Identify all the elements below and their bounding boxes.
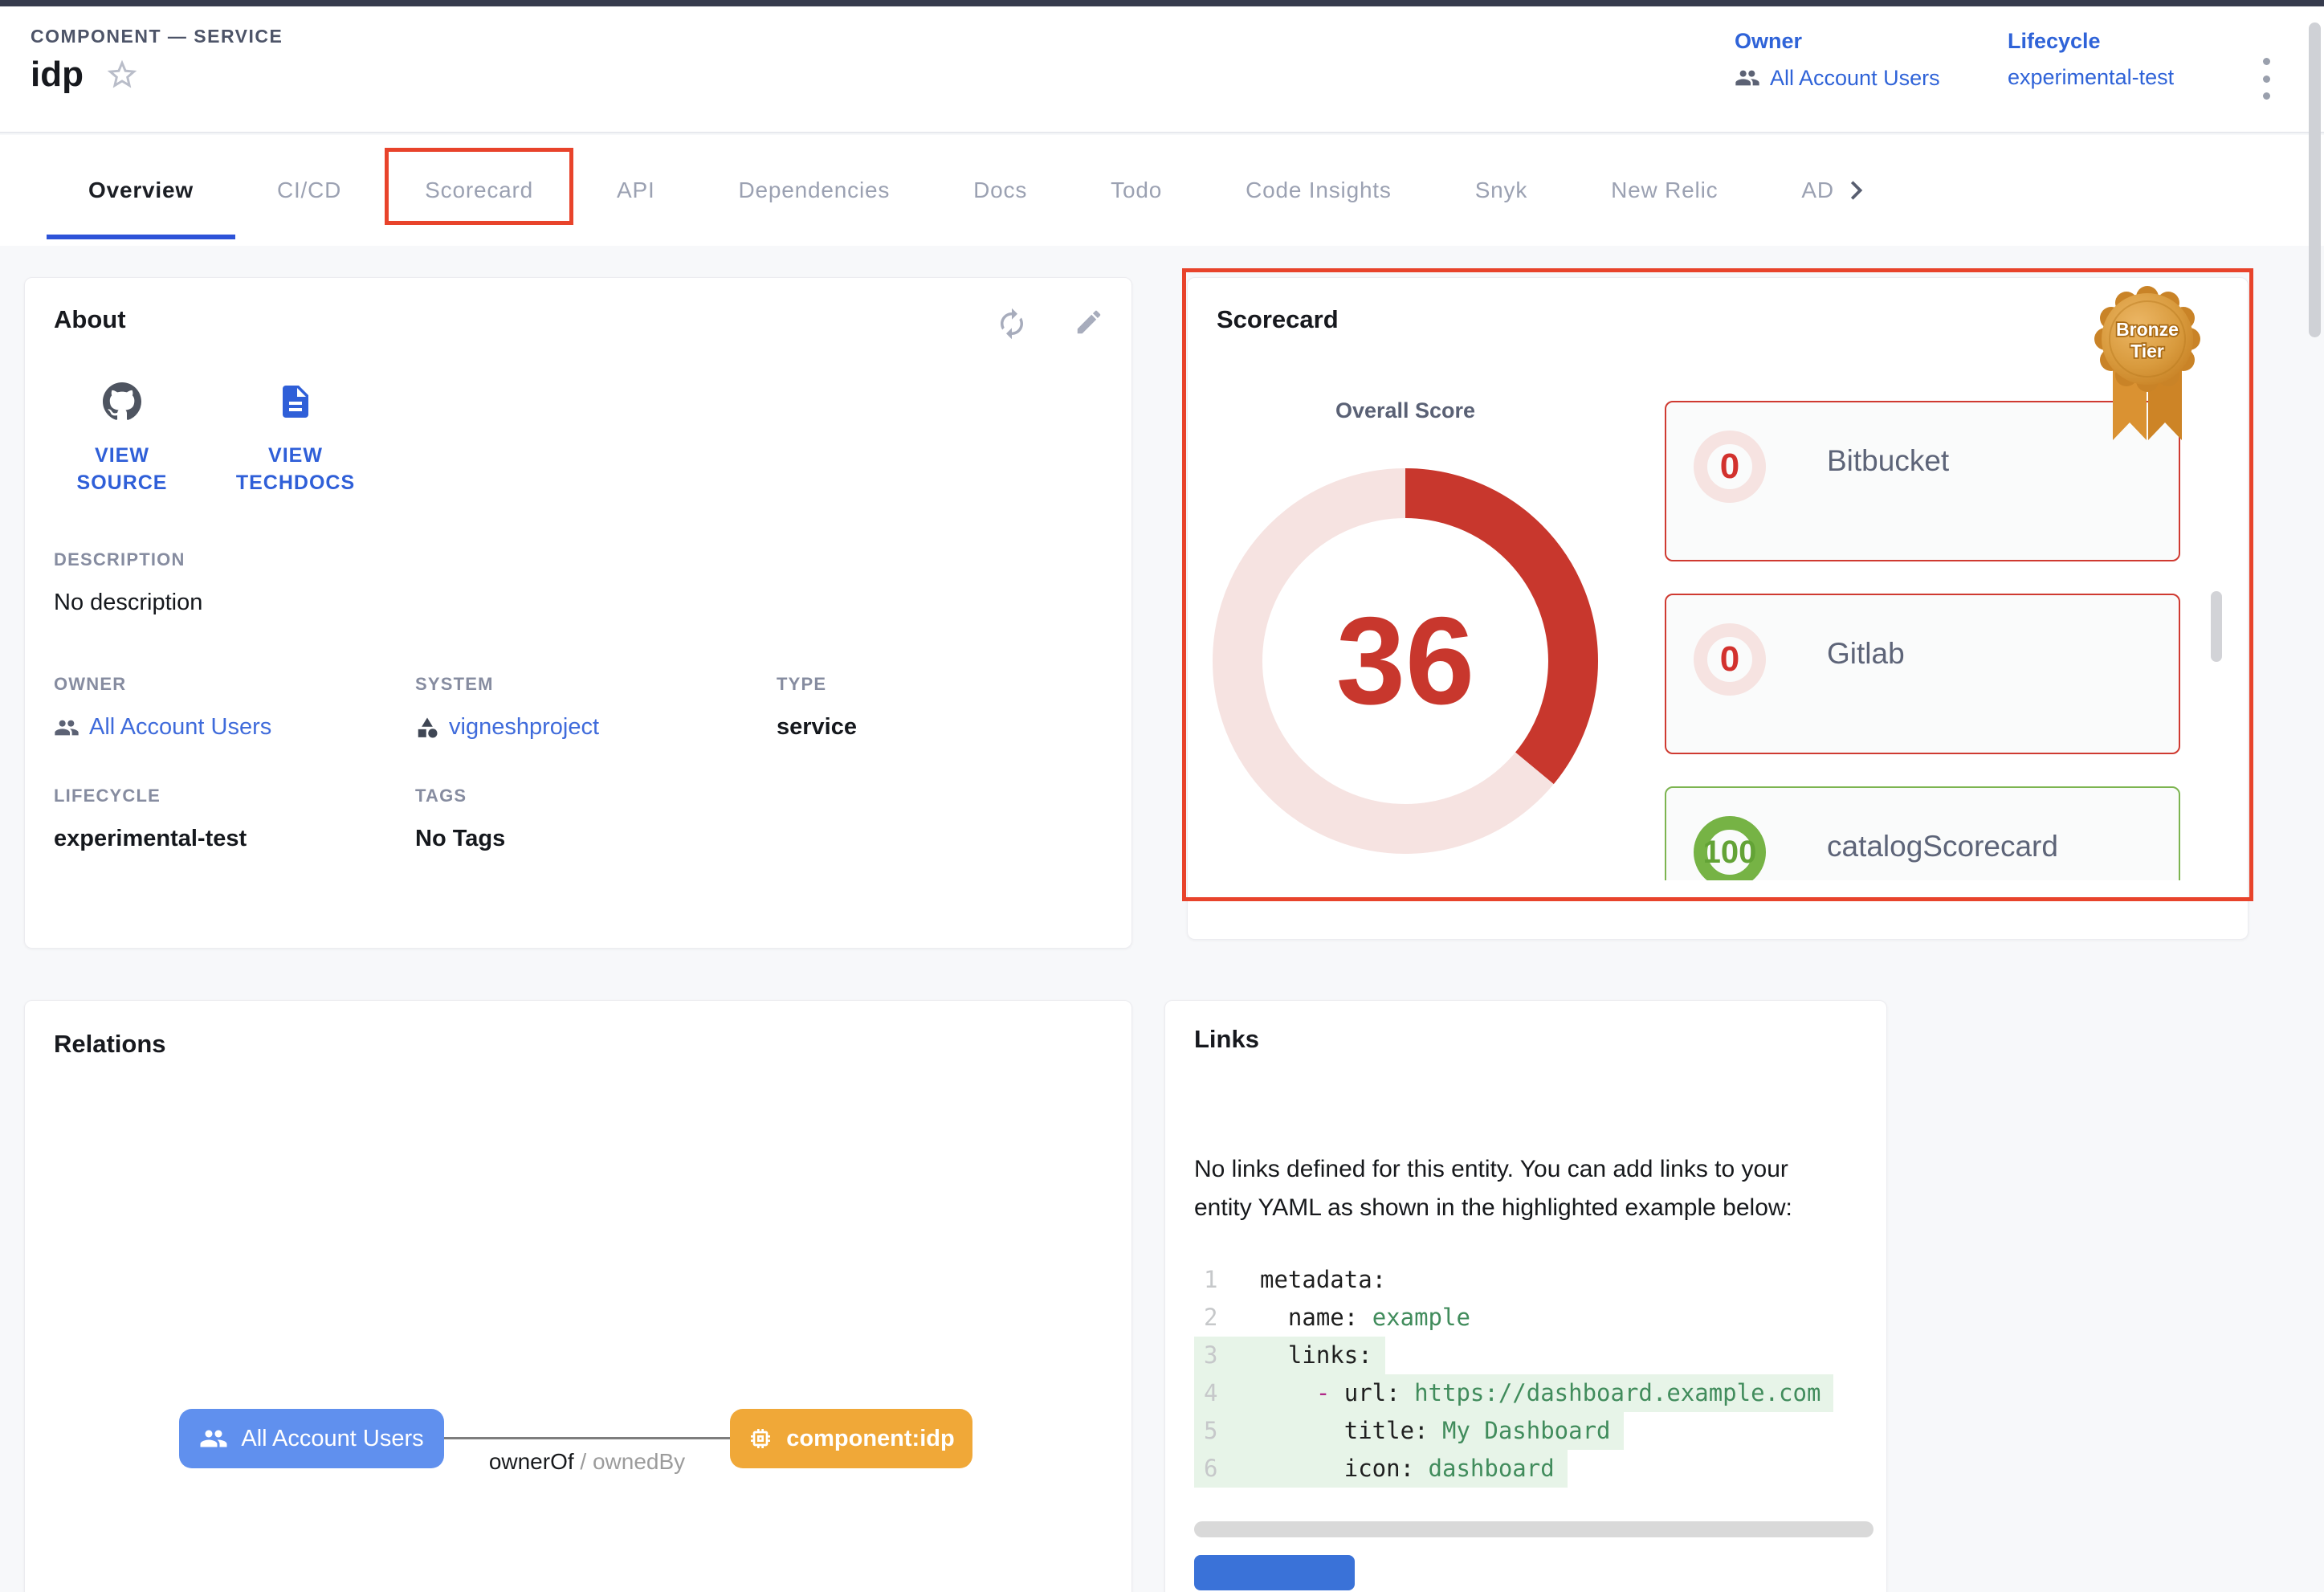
overall-score-label: Overall Score <box>1213 398 1598 423</box>
header-lifecycle: Lifecycle experimental-test <box>2008 29 2174 90</box>
tab-snyk[interactable]: Snyk <box>1433 135 1569 246</box>
owner-link[interactable]: All Account Users <box>1735 65 1940 91</box>
tab-truncated[interactable]: AD <box>1759 135 1834 246</box>
refresh-icon[interactable] <box>995 307 1029 341</box>
scorecard-card: Scorecard Bronze Tier Overall Score 36 0… <box>1187 277 2249 940</box>
scorecard-scrollbar[interactable] <box>2211 591 2222 662</box>
edit-icon[interactable] <box>1074 307 1107 341</box>
docs-icon <box>276 382 315 421</box>
field-type: TYPE service <box>777 674 1103 741</box>
view-source-button[interactable]: VIEW SOURCE <box>54 382 190 496</box>
score-ring: 0 <box>1694 431 1766 503</box>
tab-code-insights[interactable]: Code Insights <box>1204 135 1433 246</box>
relation-edge-label: ownerOf / ownedBy <box>444 1449 730 1475</box>
view-techdocs-label: VIEW TECHDOCS <box>235 442 356 496</box>
owner-label: Owner <box>1735 29 1940 54</box>
view-source-label: VIEW SOURCE <box>62 442 182 496</box>
yaml-example: 1metadata: 2 name: example 3 links: 4 - … <box>1194 1261 1870 1488</box>
relations-card: Relations ownerOf / ownedBy All Account … <box>24 1000 1132 1592</box>
relation-node-component[interactable]: component:idp <box>730 1409 972 1468</box>
browser-top-strip <box>0 0 2324 6</box>
view-techdocs-button[interactable]: VIEW TECHDOCS <box>227 382 364 496</box>
overall-score-donut: 36 <box>1213 468 1598 854</box>
svg-text:Tier: Tier <box>2130 341 2164 361</box>
breadcrumb: COMPONENT — SERVICE <box>31 26 283 47</box>
tab-api[interactable]: API <box>575 135 697 246</box>
svg-text:Bronze: Bronze <box>2116 319 2179 340</box>
owner-entity-link[interactable]: All Account Users <box>54 714 415 741</box>
category-icon <box>415 716 439 740</box>
links-empty-message: No links defined for this entity. You ca… <box>1194 1150 1837 1227</box>
chevron-right-icon[interactable] <box>1841 135 1871 246</box>
entity-header: COMPONENT — SERVICE idp Owner All Accoun… <box>0 6 2324 133</box>
tab-dependencies[interactable]: Dependencies <box>697 135 932 246</box>
about-title: About <box>54 305 126 334</box>
tab-docs[interactable]: Docs <box>932 135 1069 246</box>
description-label: DESCRIPTION <box>54 549 1103 570</box>
page-title: idp <box>31 55 84 95</box>
about-card: About VIEW SOURCE VIEW TECHDOCS DESCRIPT… <box>24 277 1132 949</box>
code-line-highlighted: 5 title: My Dashboard <box>1194 1412 1870 1450</box>
header-owner: Owner All Account Users <box>1735 29 1940 91</box>
kebab-icon[interactable] <box>2250 53 2282 104</box>
code-line-highlighted: 4 - url: https://dashboard.example.com <box>1194 1374 1870 1412</box>
field-system: SYSTEM vigneshproject <box>415 674 777 741</box>
lifecycle-label: Lifecycle <box>2008 29 2174 54</box>
people-icon <box>199 1424 228 1453</box>
relation-node-owner[interactable]: All Account Users <box>179 1409 444 1468</box>
lifecycle-value: experimental-test <box>2008 65 2174 90</box>
owner-value: All Account Users <box>1770 66 1940 91</box>
score-ring: 100 <box>1694 816 1766 880</box>
links-card: Links No links defined for this entity. … <box>1164 1000 1887 1592</box>
field-tags: TAGS No Tags <box>415 786 777 852</box>
links-title: Links <box>1194 1025 1857 1054</box>
github-icon <box>103 382 141 421</box>
entity-tabs: Overview CI/CD Scorecard API Dependencie… <box>0 135 2324 246</box>
chip-icon <box>748 1426 773 1451</box>
people-icon <box>1735 65 1760 91</box>
scorecard-item-gitlab[interactable]: 0 Gitlab <box>1665 594 2180 754</box>
code-horizontal-scrollbar[interactable] <box>1194 1521 1873 1537</box>
relation-edge <box>444 1437 730 1439</box>
score-ring: 0 <box>1694 623 1766 696</box>
tab-new-relic[interactable]: New Relic <box>1569 135 1759 246</box>
code-line-highlighted: 3 links: <box>1194 1337 1870 1374</box>
relations-title: Relations <box>54 1030 1103 1059</box>
clipped-blue-button[interactable] <box>1194 1555 1355 1590</box>
overall-score-value: 36 <box>1336 591 1474 730</box>
scorecard-items: 0 Bitbucket 0 Gitlab 100 catalogScorecar… <box>1665 401 2180 880</box>
field-lifecycle: LIFECYCLE experimental-test <box>54 786 415 852</box>
field-owner: OWNER All Account Users <box>54 674 415 741</box>
code-line: 2 name: example <box>1194 1299 1870 1337</box>
code-line-highlighted: 6 icon: dashboard <box>1194 1450 1870 1488</box>
scorecard-title: Scorecard <box>1217 305 2219 334</box>
tab-cicd[interactable]: CI/CD <box>235 135 383 246</box>
tab-overview[interactable]: Overview <box>47 135 235 246</box>
description-value: No description <box>54 590 1103 616</box>
bronze-tier-badge: Bronze Tier <box>2087 281 2208 451</box>
star-icon[interactable] <box>104 57 140 92</box>
system-entity-link[interactable]: vigneshproject <box>415 714 777 741</box>
people-icon <box>54 715 80 741</box>
code-line: 1metadata: <box>1194 1261 1870 1299</box>
tab-todo[interactable]: Todo <box>1069 135 1204 246</box>
page-scrollbar[interactable] <box>2309 22 2321 337</box>
scorecard-item-catalogscorecard[interactable]: 100 catalogScorecard <box>1665 786 2180 880</box>
tab-scorecard[interactable]: Scorecard <box>383 135 575 246</box>
